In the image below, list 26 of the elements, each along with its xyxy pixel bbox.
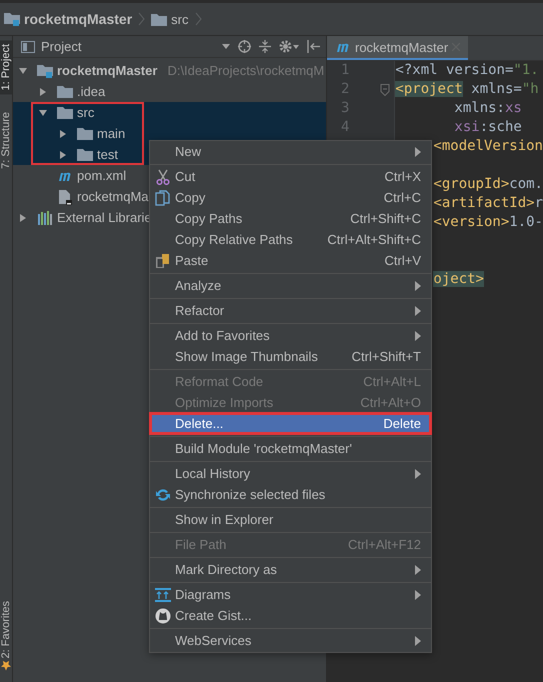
code-line: xmlns:xs [453,99,522,118]
code-line: <?xml version="1. [395,61,539,80]
tree-label: pom.xml [77,168,126,183]
tree-label: .idea [77,84,106,99]
tree-label: src [77,105,94,120]
code-line: <version>1.0- [433,213,543,232]
shortcut-label: Ctrl+C [384,190,421,205]
shortcut-label: Ctrl+Shift+T [352,349,421,364]
module-path: D:\IdeaProjects\rocketmqM [167,63,324,78]
shortcut-label: Ctrl+Alt+Shift+C [327,232,421,247]
shortcut-label: Ctrl+Alt+L [363,374,421,389]
shortcut-label: Ctrl+Alt+F12 [348,537,421,552]
tree-label: rocketmqMaster [57,63,158,78]
tree-label: main [97,126,126,141]
code-line: <project xmlns="h [395,80,539,99]
shortcut-label: Delete [383,416,421,431]
tree-label: rocketmqMa [77,189,149,204]
shortcut-label: Ctrl+Shift+C [350,211,421,226]
code-line: <modelVersion [433,137,543,156]
shortcut-label: Ctrl+Alt+O [360,395,421,410]
shortcut-label: Ctrl+X [384,169,421,184]
code-line: xsi:sche [453,118,522,137]
code-line: <artifactId>r [433,194,543,213]
tree-label: test [97,147,118,162]
code-line: <groupId>com. [433,175,543,194]
shortcut-label: Ctrl+V [384,253,421,268]
